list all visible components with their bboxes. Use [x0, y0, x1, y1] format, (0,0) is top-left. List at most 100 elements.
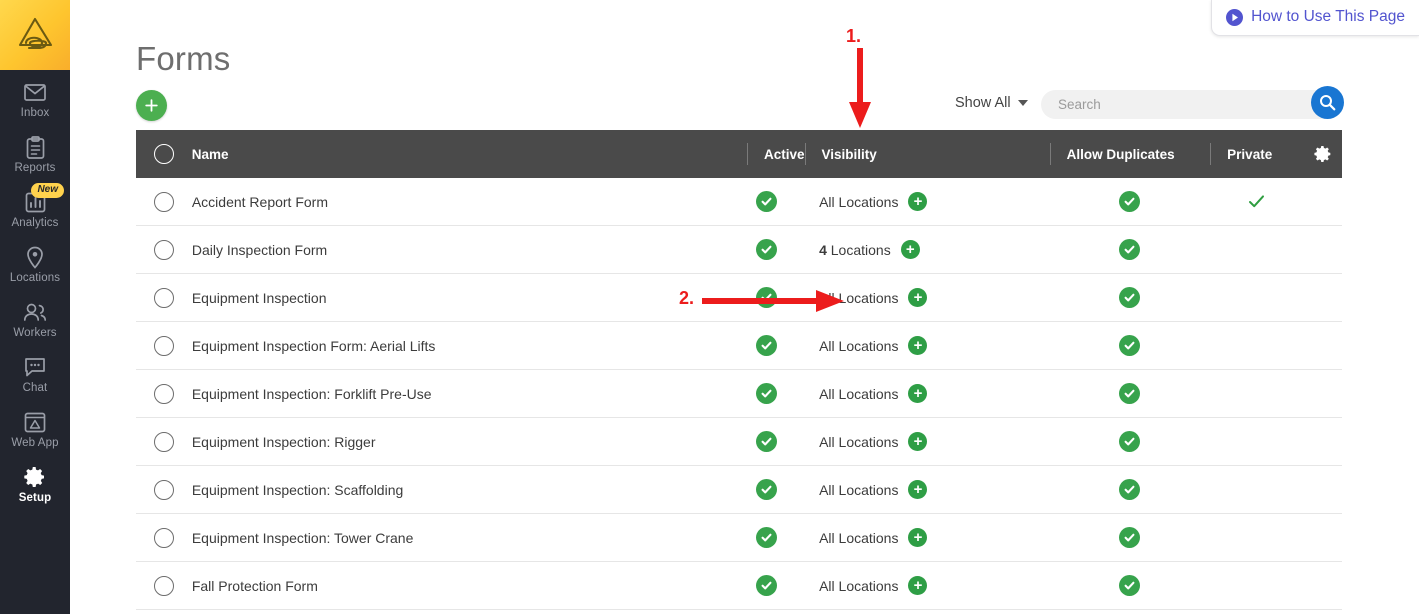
search-input[interactable]: [1041, 90, 1342, 119]
row-allow-duplicates-cell[interactable]: [1049, 335, 1210, 356]
check-circle-icon[interactable]: [755, 431, 777, 452]
row-allow-duplicates-cell[interactable]: [1049, 479, 1210, 500]
column-header-visibility[interactable]: Visibility: [822, 147, 877, 162]
radio-circle-icon[interactable]: [153, 383, 174, 404]
check-circle-icon[interactable]: [755, 527, 777, 548]
row-form-name[interactable]: Equipment Inspection: [192, 290, 732, 306]
table-row[interactable]: Accident Report Form All Locations +: [136, 178, 1342, 226]
app-logo[interactable]: [0, 0, 70, 70]
add-location-button[interactable]: +: [908, 384, 928, 403]
row-private-cell[interactable]: [1210, 192, 1303, 211]
select-all-radio[interactable]: [136, 144, 192, 164]
radio-circle-icon[interactable]: [153, 527, 174, 548]
column-header-allow-duplicates[interactable]: Allow Duplicates: [1067, 147, 1175, 162]
row-form-name[interactable]: Fall Protection Form: [192, 578, 732, 594]
table-row[interactable]: Equipment Inspection All Locations +: [136, 274, 1342, 322]
radio-circle-icon[interactable]: [153, 191, 174, 212]
row-allow-duplicates-cell[interactable]: [1049, 191, 1210, 212]
add-form-button[interactable]: [136, 90, 167, 121]
row-select-radio[interactable]: [136, 575, 192, 596]
row-allow-duplicates-cell[interactable]: [1049, 383, 1210, 404]
check-circle-icon[interactable]: [755, 575, 777, 596]
row-select-radio[interactable]: [136, 479, 192, 500]
radio-circle-icon[interactable]: [153, 287, 174, 308]
row-select-radio[interactable]: [136, 527, 192, 548]
search-button[interactable]: [1311, 86, 1344, 119]
radio-circle-icon[interactable]: [153, 335, 174, 356]
check-circle-icon[interactable]: [755, 479, 777, 500]
row-active-cell[interactable]: [732, 239, 801, 260]
add-location-button[interactable]: +: [908, 480, 928, 499]
row-form-name[interactable]: Accident Report Form: [192, 194, 732, 210]
check-circle-icon[interactable]: [1119, 287, 1141, 308]
row-active-cell[interactable]: [732, 287, 801, 308]
radio-circle-icon[interactable]: [153, 144, 174, 164]
radio-circle-icon[interactable]: [153, 431, 174, 452]
row-allow-duplicates-cell[interactable]: [1049, 431, 1210, 452]
sidebar-item-reports[interactable]: Reports: [0, 127, 70, 180]
table-row[interactable]: Fall Protection Form All Locations +: [136, 562, 1342, 610]
add-location-button[interactable]: +: [908, 432, 928, 451]
column-header-active[interactable]: Active: [764, 147, 805, 162]
check-circle-icon[interactable]: [1119, 527, 1141, 548]
check-circle-icon[interactable]: [1119, 191, 1141, 212]
sidebar-item-setup[interactable]: Setup: [0, 457, 70, 510]
sidebar-item-web-app[interactable]: Web App: [0, 402, 70, 455]
table-row[interactable]: Equipment Inspection: Rigger All Location…: [136, 418, 1342, 466]
sidebar-item-inbox[interactable]: Inbox: [0, 72, 70, 125]
sidebar-item-analytics[interactable]: New Analytics: [0, 182, 70, 235]
check-circle-icon[interactable]: [755, 191, 777, 212]
check-circle-icon[interactable]: [1119, 575, 1141, 596]
row-select-radio[interactable]: [136, 287, 192, 308]
row-form-name[interactable]: Equipment Inspection: Rigger: [192, 434, 732, 450]
check-circle-icon[interactable]: [755, 239, 777, 260]
row-form-name[interactable]: Equipment Inspection: Scaffolding: [192, 482, 732, 498]
row-active-cell[interactable]: [732, 479, 801, 500]
row-select-radio[interactable]: [136, 383, 192, 404]
add-location-button[interactable]: +: [908, 288, 928, 307]
sidebar-item-workers[interactable]: Workers: [0, 292, 70, 345]
check-circle-icon[interactable]: [755, 383, 777, 404]
add-location-button[interactable]: +: [908, 576, 928, 595]
check-circle-icon[interactable]: [1119, 239, 1141, 260]
column-header-private[interactable]: Private: [1227, 147, 1272, 162]
row-active-cell[interactable]: [732, 191, 801, 212]
check-circle-icon[interactable]: [755, 287, 777, 308]
radio-circle-icon[interactable]: [153, 239, 174, 260]
show-all-filter-dropdown[interactable]: Show All: [955, 95, 1028, 111]
row-allow-duplicates-cell[interactable]: [1049, 527, 1210, 548]
row-form-name[interactable]: Equipment Inspection Form: Aerial Lifts: [192, 338, 732, 354]
add-location-button[interactable]: +: [908, 336, 928, 355]
row-select-radio[interactable]: [136, 431, 192, 452]
table-row[interactable]: Equipment Inspection: Tower Crane All Loc…: [136, 514, 1342, 562]
row-form-name[interactable]: Equipment Inspection: Forklift Pre-Use: [192, 386, 732, 402]
table-settings-button[interactable]: [1303, 144, 1342, 164]
radio-circle-icon[interactable]: [153, 479, 174, 500]
row-active-cell[interactable]: [732, 383, 801, 404]
row-select-radio[interactable]: [136, 335, 192, 356]
row-select-radio[interactable]: [136, 191, 192, 212]
sidebar-item-locations[interactable]: Locations: [0, 237, 70, 290]
check-circle-icon[interactable]: [1119, 335, 1141, 356]
row-form-name[interactable]: Daily Inspection Form: [192, 242, 732, 258]
check-circle-icon[interactable]: [1119, 431, 1141, 452]
add-location-button[interactable]: +: [900, 240, 920, 259]
column-header-name[interactable]: Name: [192, 147, 731, 162]
table-row[interactable]: Equipment Inspection Form: Aerial Lifts A…: [136, 322, 1342, 370]
row-allow-duplicates-cell[interactable]: [1049, 239, 1210, 260]
check-circle-icon[interactable]: [1119, 479, 1141, 500]
table-row[interactable]: Equipment Inspection: Forklift Pre-Use Al…: [136, 370, 1342, 418]
add-location-button[interactable]: +: [908, 528, 928, 547]
check-circle-icon[interactable]: [1119, 383, 1141, 404]
row-active-cell[interactable]: [732, 335, 801, 356]
row-active-cell[interactable]: [732, 575, 801, 596]
row-active-cell[interactable]: [732, 431, 801, 452]
row-select-radio[interactable]: [136, 239, 192, 260]
check-circle-icon[interactable]: [755, 335, 777, 356]
table-row[interactable]: Equipment Inspection: Scaffolding All Loc…: [136, 466, 1342, 514]
row-active-cell[interactable]: [732, 527, 801, 548]
add-location-button[interactable]: +: [908, 192, 928, 211]
how-to-use-this-page-button[interactable]: How to Use This Page: [1211, 0, 1419, 36]
table-row[interactable]: Daily Inspection Form 4 Locations +: [136, 226, 1342, 274]
sidebar-item-chat[interactable]: Chat: [0, 347, 70, 400]
